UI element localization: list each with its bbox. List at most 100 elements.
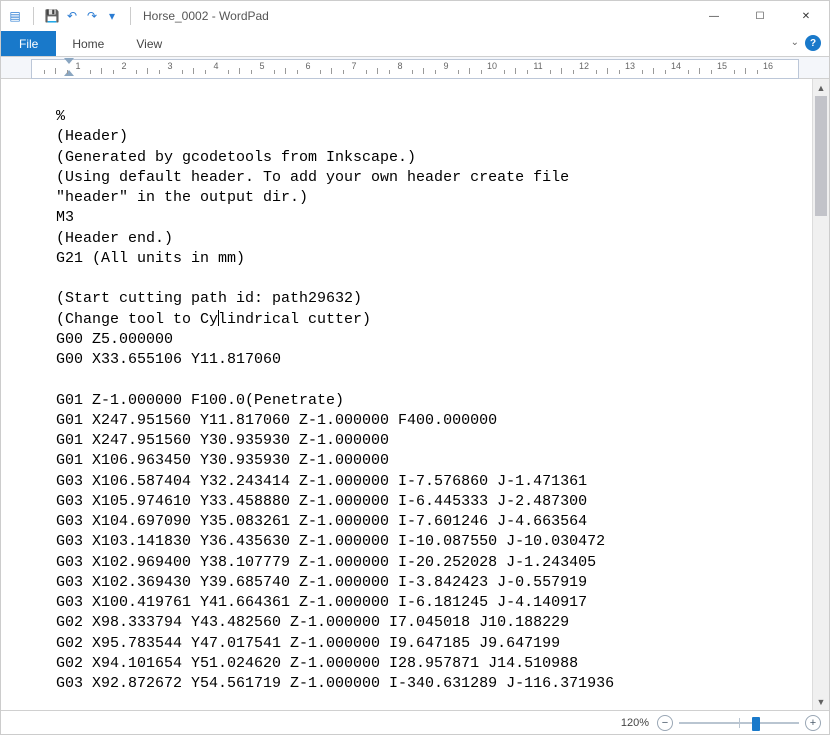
document-content[interactable]: %(Header)(Generated by gcodetools from I…: [1, 79, 812, 710]
ruler-tick: [90, 70, 91, 74]
ruler-tick: [297, 70, 298, 74]
caret-after-text: lindrical cutter): [218, 311, 371, 328]
ruler-number: 10: [487, 61, 497, 71]
ruler-tick: [665, 70, 666, 74]
ruler-tick: [113, 70, 114, 74]
scroll-up-icon[interactable]: ▲: [813, 79, 829, 96]
ruler-tick: [607, 68, 608, 74]
ruler-tick: [205, 70, 206, 74]
ruler-number: 12: [579, 61, 589, 71]
document-line: G03 X104.697090 Y35.083261 Z-1.000000 I-…: [56, 512, 802, 532]
close-button[interactable]: ✕: [783, 1, 829, 31]
ruler-number: 11: [533, 61, 542, 71]
save-icon[interactable]: 💾: [44, 8, 60, 24]
ruler-number: 7: [351, 61, 356, 71]
zoom-level: 120%: [621, 717, 649, 729]
ruler-tick: [251, 70, 252, 74]
qat-separator: [130, 7, 131, 25]
minimize-button[interactable]: —: [691, 1, 737, 31]
document-line: G21 (All units in mm): [56, 249, 802, 269]
ruler-tick: [757, 70, 758, 74]
ruler-tick: [274, 70, 275, 74]
status-bar: 120% − +: [1, 710, 829, 734]
maximize-button[interactable]: ☐: [737, 1, 783, 31]
document-line: G00 Z5.000000: [56, 330, 802, 350]
zoom-in-button[interactable]: +: [805, 715, 821, 731]
ruler-tick: [285, 68, 286, 74]
caret-before-text: (Change tool to Cy: [56, 311, 218, 328]
ruler-tick: [653, 68, 654, 74]
ruler-tick: [527, 70, 528, 74]
ruler-number: 14: [671, 61, 681, 71]
document-line: (Using default header. To add your own h…: [56, 168, 802, 188]
document-line: (Header end.): [56, 229, 802, 249]
ruler-tick: [136, 70, 137, 74]
ruler-number: 6: [305, 61, 310, 71]
help-icon[interactable]: ?: [805, 35, 821, 51]
tab-view[interactable]: View: [120, 31, 178, 56]
undo-icon[interactable]: ↶: [64, 8, 80, 24]
ribbon-tabs: File Home View ⌄ ?: [1, 31, 829, 57]
document-line-with-caret: (Change tool to Cylindrical cutter): [56, 310, 802, 330]
ruler-tick: [596, 70, 597, 74]
ruler-tick: [504, 70, 505, 74]
vertical-scrollbar[interactable]: ▲ ▼: [812, 79, 829, 710]
ruler-tick: [147, 68, 148, 74]
scrollbar-track[interactable]: [813, 96, 829, 693]
qat-separator: [33, 7, 34, 25]
zoom-slider[interactable]: [679, 715, 799, 731]
ruler-tick: [481, 70, 482, 74]
document-line: (Start cutting path id: path29632): [56, 289, 802, 309]
collapse-ribbon-icon[interactable]: ⌄: [791, 37, 799, 48]
ruler-tick: [159, 70, 160, 74]
document-line: G02 X95.783544 Y47.017541 Z-1.000000 I9.…: [56, 634, 802, 654]
tab-home[interactable]: Home: [56, 31, 120, 56]
title-bar: ▤ 💾 ↶ ↷ ▾ Horse_0002 - WordPad — ☐ ✕: [1, 1, 829, 31]
zoom-slider-center-tick: [739, 718, 740, 728]
ruler-tick: [734, 70, 735, 74]
ruler-tick: [55, 68, 56, 74]
ruler-tick: [711, 70, 712, 74]
ruler-number: 15: [717, 61, 727, 71]
left-indent-marker[interactable]: [64, 70, 74, 76]
zoom-out-button[interactable]: −: [657, 715, 673, 731]
tab-file-label: File: [19, 37, 38, 51]
tab-view-label: View: [136, 37, 162, 51]
document-line: G02 X94.101654 Y51.024620 Z-1.000000 I28…: [56, 654, 802, 674]
ruler-tick: [561, 68, 562, 74]
zoom-slider-thumb[interactable]: [752, 717, 760, 731]
ruler[interactable]: 12345678910111213141516: [31, 59, 799, 79]
ruler-tick: [343, 70, 344, 74]
ruler-tick: [377, 68, 378, 74]
ruler-tick: [458, 70, 459, 74]
ruler-tick: [101, 68, 102, 74]
redo-icon[interactable]: ↷: [84, 8, 100, 24]
window-controls: — ☐ ✕: [691, 1, 829, 31]
document-line: G00 X33.655106 Y11.817060: [56, 350, 802, 370]
document-line: (Header): [56, 127, 802, 147]
document-line: G01 X106.963450 Y30.935930 Z-1.000000: [56, 451, 802, 471]
document-line: G03 X92.872672 Y54.561719 Z-1.000000 I-3…: [56, 674, 802, 694]
ruler-tick: [550, 70, 551, 74]
ruler-tick: [469, 68, 470, 74]
document-area: %(Header)(Generated by gcodetools from I…: [1, 79, 829, 710]
document-line: (Generated by gcodetools from Inkscape.): [56, 148, 802, 168]
ruler-tick: [412, 70, 413, 74]
ruler-tick: [435, 70, 436, 74]
scroll-down-icon[interactable]: ▼: [813, 693, 829, 710]
document-line: G03 X102.969400 Y38.107779 Z-1.000000 I-…: [56, 553, 802, 573]
ruler-tick: [228, 70, 229, 74]
document-line: G03 X102.369430 Y39.685740 Z-1.000000 I-…: [56, 573, 802, 593]
ruler-tick: [44, 70, 45, 74]
ruler-number: 8: [397, 61, 402, 71]
ruler-number: 5: [259, 61, 264, 71]
ruler-tick: [573, 70, 574, 74]
tab-file[interactable]: File: [1, 31, 56, 56]
document-line: G01 X247.951560 Y30.935930 Z-1.000000: [56, 431, 802, 451]
first-line-indent-marker[interactable]: [64, 58, 74, 64]
customize-qat-icon[interactable]: ▾: [104, 8, 120, 24]
ruler-tick: [67, 70, 68, 74]
scrollbar-thumb[interactable]: [815, 96, 827, 216]
ruler-number: 16: [763, 61, 773, 71]
document-line: G02 X98.333794 Y43.482560 Z-1.000000 I7.…: [56, 613, 802, 633]
